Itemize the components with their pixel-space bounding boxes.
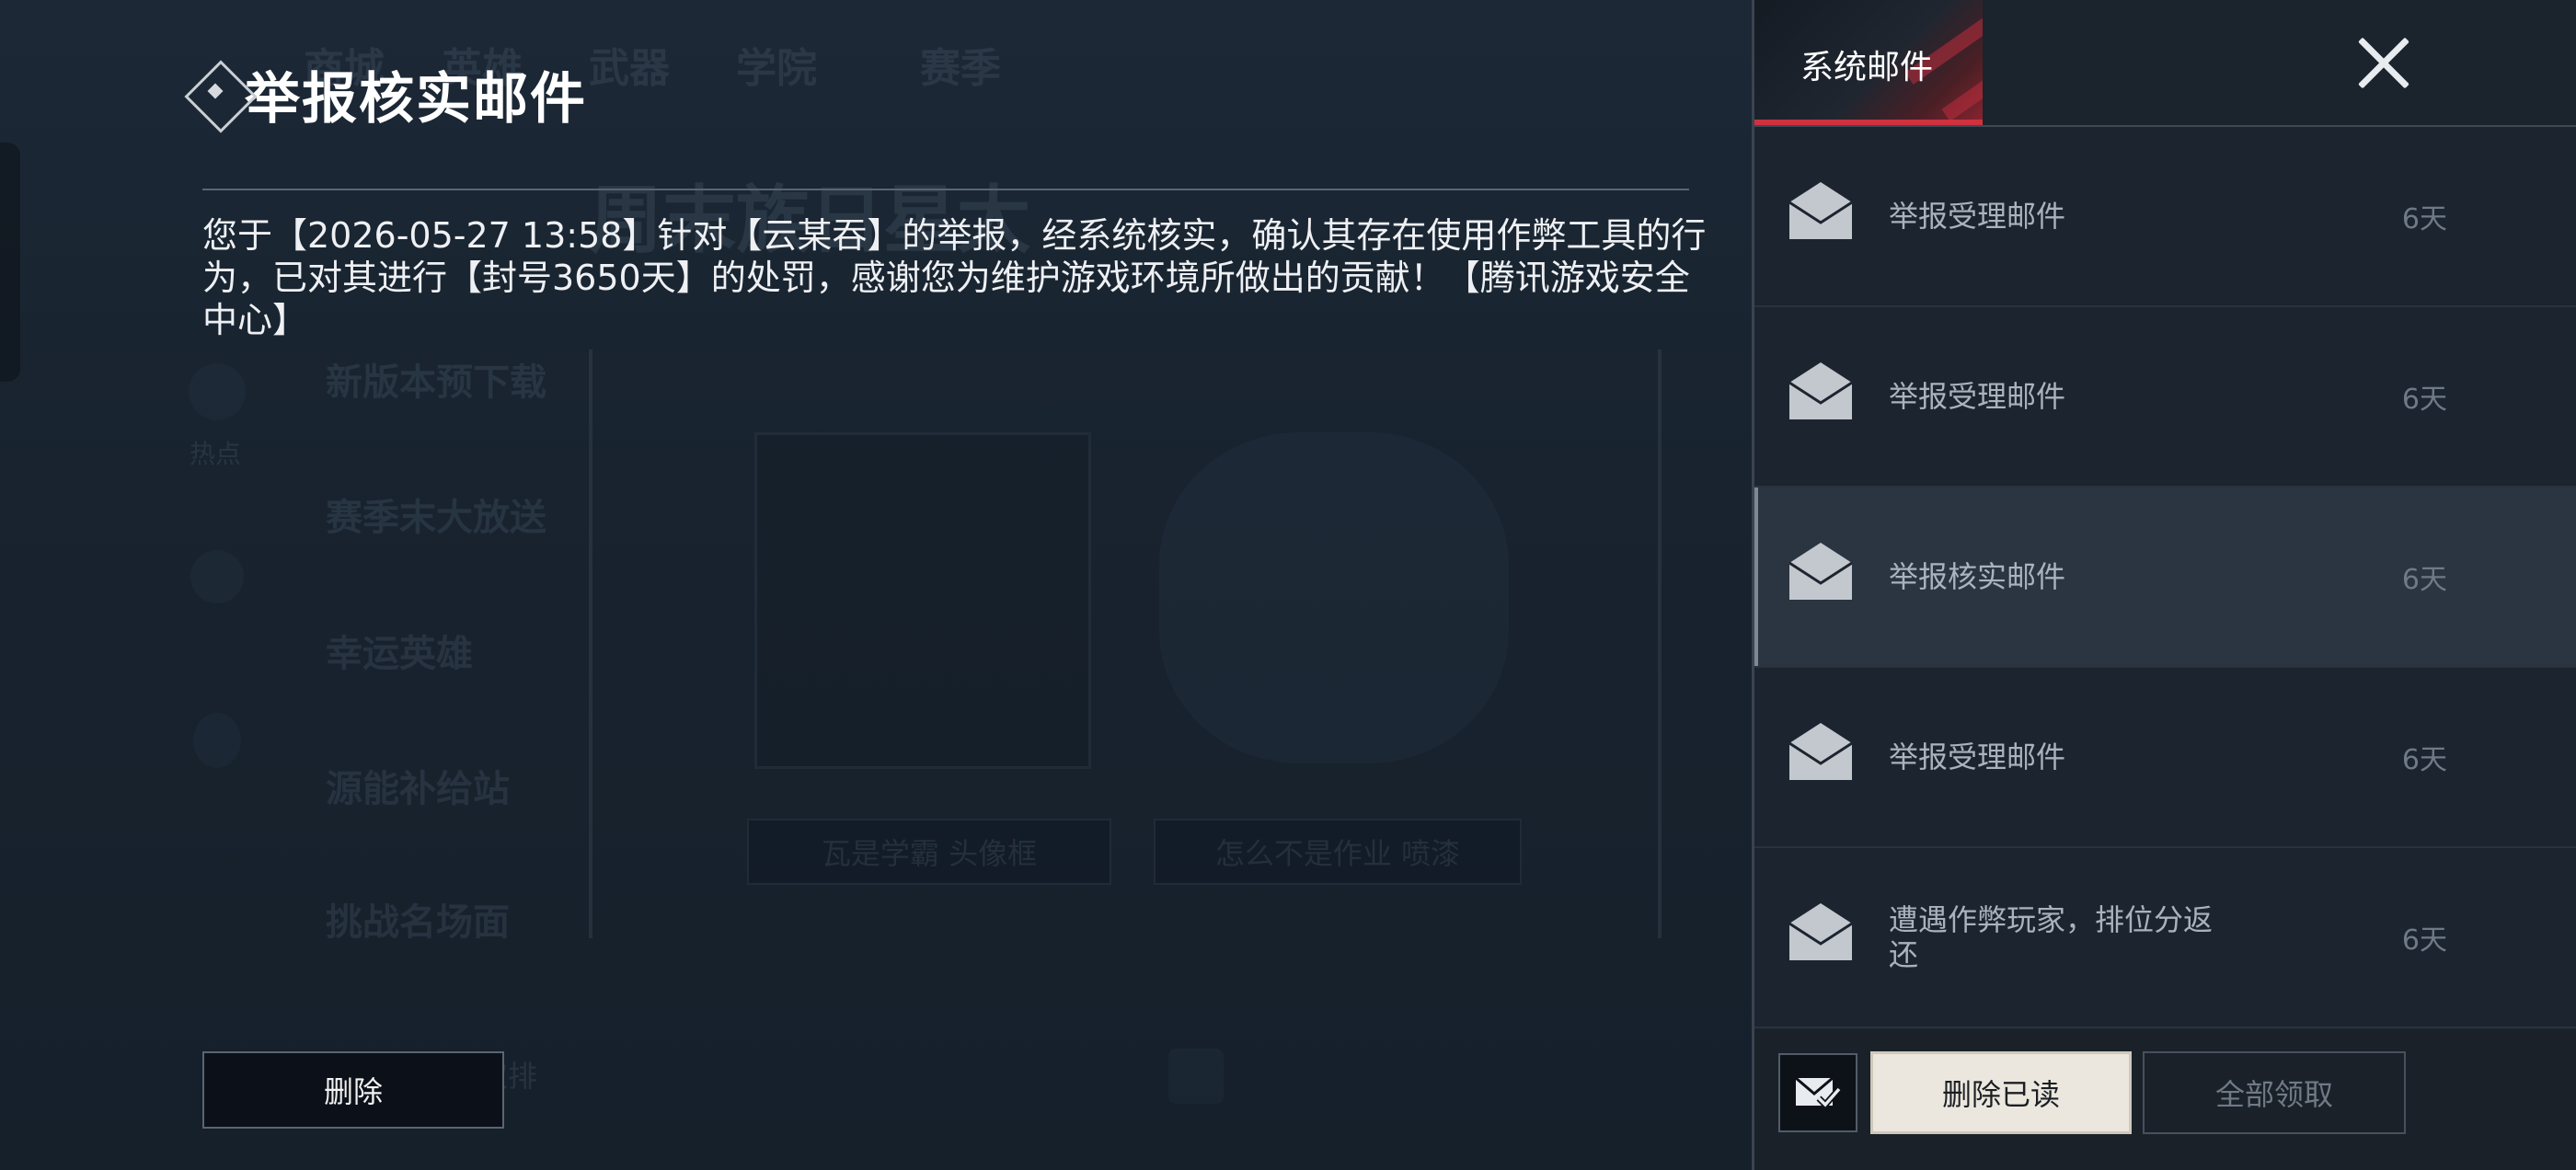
bg-menu-item: 幸运英雄 [326,633,473,675]
mail-list-item[interactable]: 举报受理邮件 6天 [1754,127,2576,307]
claim-all-button[interactable]: 全部领取 [2143,1051,2406,1134]
bg-bookmark-icon [1168,1049,1224,1104]
mail-list-item[interactable]: 举报核实邮件 6天 [1754,488,2576,668]
detail-header: 举报核实邮件 [184,48,587,140]
bg-divider [1658,350,1662,938]
bg-hot-label: 热点 [190,439,242,469]
mail-item-age: 6天 [2401,384,2447,416]
bg-card-label: 怎么不是作业 喷漆 [1154,819,1522,885]
bg-bulb-icon [193,713,241,768]
mail-item-age: 6天 [2401,203,2447,235]
mail-detail-title: 举报核实邮件 [245,66,587,132]
mail-panel-header: 系统邮件 [1754,0,2576,127]
mail-item-title: 举报受理邮件 [1889,740,2066,774]
mail-list-item[interactable]: 举报受理邮件 6天 [1754,668,2576,848]
bg-spray-art [1159,432,1509,763]
bg-nav-item: 武器 [589,45,670,92]
mail-list-item[interactable]: 遭遇作弊玩家，排位分返还 6天 [1754,848,2576,1028]
mail-item-title: 举报受理邮件 [1889,199,2066,234]
detail-divider [202,189,1689,190]
tab-active-indicator [1754,120,1983,125]
bg-menu-item: 挑战名场面 [326,901,510,944]
envelope-icon [1789,723,1852,780]
delete-mail-button[interactable]: 删除 [202,1051,504,1129]
bg-nav-item: 学院 [736,45,817,92]
bg-menu-item: 新版本预下载 [326,361,546,404]
tab-system-mail[interactable]: 系统邮件 [1754,0,1983,125]
bg-menu-item: 赛季末大放送 [326,497,546,539]
mail-item-title: 遭遇作弊玩家，排位分返还 [1889,902,2214,972]
mail-detail-body: 您于【2026-05-27 13:58】针对【云某吞】的举报，经系统核实，确认其… [202,215,1707,340]
mail-list-item[interactable]: 举报受理邮件 6天 [1754,307,2576,488]
side-drawer-tab [0,143,20,382]
bg-divider [589,350,592,938]
mail-panel: 系统邮件 举报受理邮件 6天 举报受理邮件 6天 举报核实邮件 6天 举报受理邮件 6天 遭遇作… [1752,0,2576,1170]
envelope-icon [1789,362,1852,419]
bg-star-icon [190,550,244,603]
bg-card-label: 瓦是学霸 头像框 [747,819,1111,885]
mail-panel-footer: 删除已读 全部领取 [1754,1030,2576,1170]
mail-item-title: 举报受理邮件 [1889,379,2066,414]
tab-system-mail-label: 系统邮件 [1800,49,1934,86]
delete-read-button[interactable]: 删除已读 [1870,1051,2132,1134]
bg-menu-item: 源能补给站 [326,768,510,810]
bg-nav-item: 赛季 [920,45,1001,92]
background-lobby: 商城 英雄 武器 学院 赛季 周末族日星太 热点 新版本预下载 赛季末大放送 幸… [0,0,1752,1170]
envelope-icon [1789,903,1852,960]
envelope-icon [1789,182,1852,239]
mail-item-age: 6天 [2401,924,2447,957]
envelope-icon [1789,543,1852,600]
mark-all-read-button[interactable] [1778,1053,1857,1132]
close-icon[interactable] [2354,33,2413,92]
diamond-icon [184,60,258,133]
mail-item-age: 6天 [2401,564,2447,596]
bg-hot-icon [189,363,246,420]
mail-item-age: 6天 [2401,744,2447,776]
mail-list: 举报受理邮件 6天 举报受理邮件 6天 举报核实邮件 6天 举报受理邮件 6天 遭遇作弊玩家，排… [1754,127,2576,1028]
mail-item-title: 举报核实邮件 [1889,559,2066,594]
envelope-check-icon [1795,1076,1841,1110]
bg-avatar-frame-art [754,432,1091,769]
